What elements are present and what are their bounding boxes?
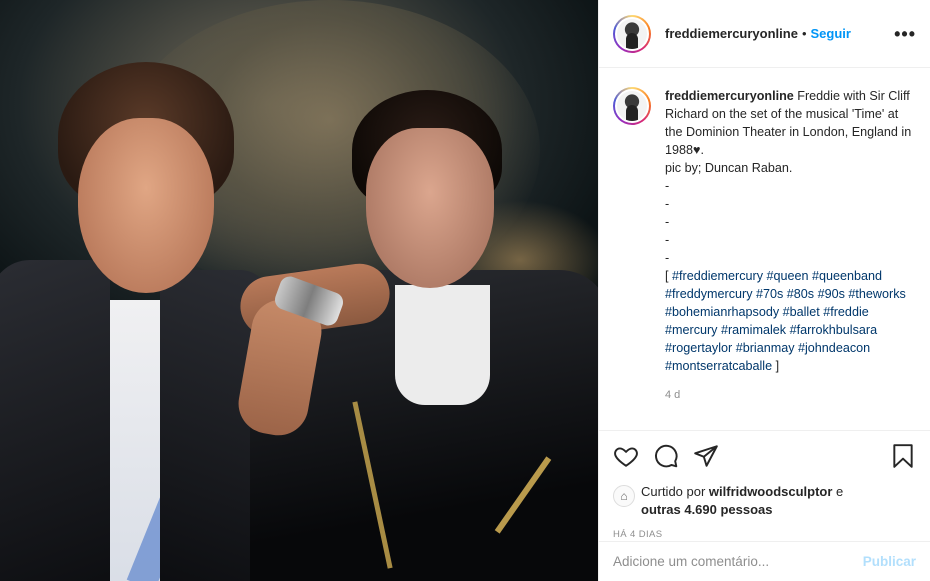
likes-prefix: Curtido por [641,484,709,499]
liker-avatar[interactable]: ⌂ [613,485,635,507]
caption-area: freddiemercuryonline Freddie with Sir Cl… [599,69,930,430]
caption-text: Freddie with Sir Cliff Richard on the se… [665,89,912,283]
header-separator: • [801,26,807,41]
left-person-jacket-left [0,260,110,581]
post-sidebar: freddiemercuryonline • Seguir ••• freddi… [598,0,930,581]
follow-button[interactable]: Seguir [811,26,851,41]
right-person-face [366,128,494,288]
left-person-face [78,118,214,293]
more-options-icon[interactable]: ••• [894,25,916,43]
likes-middle: e [832,484,844,499]
caption-time: 4 d [665,389,681,401]
post-date: HÁ 4 DIAS [613,529,663,540]
right-person-shirt [395,285,490,405]
post-photo[interactable] [0,0,598,581]
comment-input[interactable] [613,554,863,569]
comment-icon[interactable] [653,443,679,469]
share-icon[interactable] [693,443,719,469]
instagram-post: freddiemercuryonline • Seguir ••• freddi… [0,0,930,581]
likes-text: Curtido por wilfridwoodsculptor e outras… [641,483,843,519]
action-section: ⌂ Curtido por wilfridwoodsculptor e outr… [599,430,930,540]
post-header: freddiemercuryonline • Seguir ••• [599,0,930,68]
comment-bar: Publicar [599,541,930,581]
action-bar [613,441,916,471]
avatar[interactable] [613,14,651,53]
header-username[interactable]: freddiemercuryonline [665,26,798,41]
caption-hashtags[interactable]: #freddiemercury #queen #queenband #fredd… [665,269,909,373]
bookmark-icon[interactable] [890,443,916,469]
caption: freddiemercuryonline Freddie with Sir Cl… [665,87,915,375]
others-count[interactable]: outras 4.690 pessoas [641,502,773,517]
heart-icon[interactable] [613,443,639,469]
liker-username[interactable]: wilfridwoodsculptor [709,484,833,499]
caption-end: ] [772,359,780,373]
caption-avatar[interactable] [613,87,651,125]
publish-button[interactable]: Publicar [863,554,916,569]
likes-summary: ⌂ Curtido por wilfridwoodsculptor e outr… [613,483,916,519]
caption-username[interactable]: freddiemercuryonline [665,89,794,103]
